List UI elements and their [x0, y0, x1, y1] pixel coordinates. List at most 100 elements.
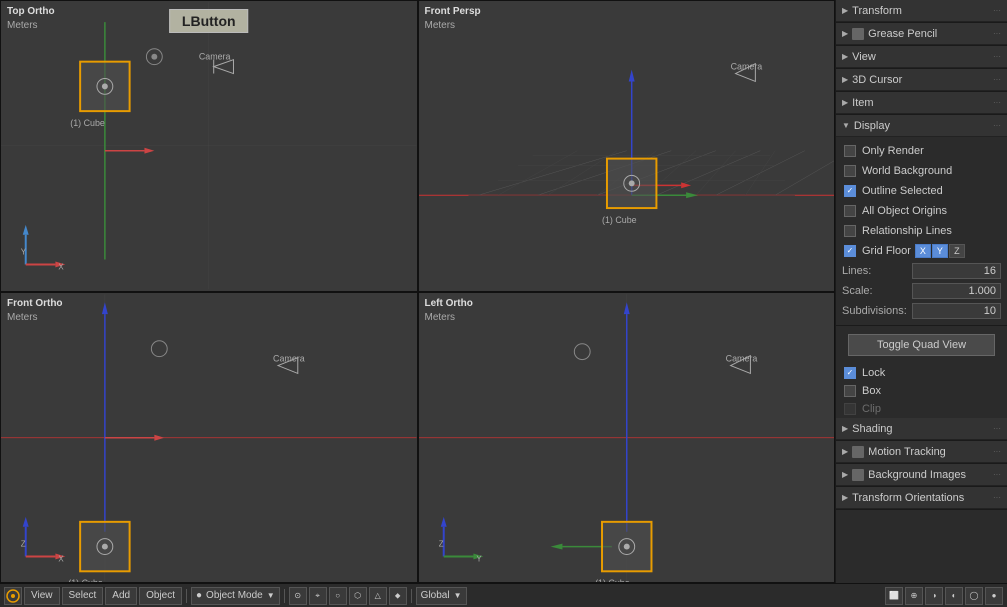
- 3d-cursor-title: 3D Cursor: [852, 74, 993, 86]
- background-images-title: Background Images: [868, 469, 993, 481]
- shading-arrow: ▶: [842, 424, 848, 433]
- lock-checkbox[interactable]: [844, 367, 856, 379]
- svg-text:Z: Z: [438, 539, 443, 548]
- viewport-shading4-btn[interactable]: ●: [985, 587, 1003, 605]
- outline-selected-row: Outline Selected: [836, 181, 1007, 201]
- global-select[interactable]: Global ▼: [416, 587, 467, 605]
- right-panel: ▶ Transform ··· ▶ Grease Pencil ··· ▶ Vi…: [835, 0, 1007, 583]
- grease-pencil-title: Grease Pencil: [868, 28, 993, 40]
- motion-tracking-icon: [852, 446, 864, 458]
- transform-orientations-title: Transform Orientations: [852, 492, 993, 504]
- mode-select-arrow: ▼: [267, 591, 275, 600]
- mode-select[interactable]: ● Object Mode ▼: [191, 587, 280, 605]
- svg-text:Camera: Camera: [273, 353, 305, 363]
- relationship-lines-row: Relationship Lines: [836, 221, 1007, 241]
- toggle-quad-button[interactable]: Toggle Quad View: [848, 334, 995, 356]
- sculpt-icon-btn[interactable]: ⬥: [389, 587, 407, 605]
- item-arrow: ▶: [842, 98, 848, 107]
- bottom-toolbar: View Select Add Object ● Object Mode ▼ ⊙…: [0, 583, 1007, 607]
- transform-header[interactable]: ▶ Transform ···: [836, 0, 1007, 22]
- all-object-origins-checkbox[interactable]: [844, 205, 856, 217]
- svg-text:Camera: Camera: [725, 353, 757, 363]
- grease-pencil-icon: [852, 28, 864, 40]
- shading-header[interactable]: ▶ Shading ···: [836, 418, 1007, 440]
- box-checkbox[interactable]: [844, 385, 856, 397]
- only-render-checkbox[interactable]: [844, 145, 856, 157]
- x-axis-btn[interactable]: X: [915, 244, 931, 258]
- viewport-bottom-left[interactable]: Front Ortho Meters Camera: [0, 292, 418, 584]
- only-render-label: Only Render: [862, 145, 924, 157]
- clip-row: Clip: [836, 400, 1007, 418]
- section-display: ▼ Display ··· Only Render World Backgrou…: [836, 115, 1007, 326]
- xyz-buttons: X Y Z: [915, 244, 966, 258]
- view-button[interactable]: View: [24, 587, 60, 605]
- mode-label: Object Mode: [206, 590, 263, 601]
- lines-row: Lines: 16: [836, 261, 1007, 281]
- outline-selected-label: Outline Selected: [862, 185, 943, 197]
- section-background-images: ▶ Background Images ···: [836, 464, 1007, 487]
- item-header[interactable]: ▶ Item ···: [836, 92, 1007, 114]
- global-arrow: ▼: [454, 591, 462, 600]
- add-button[interactable]: Add: [105, 587, 137, 605]
- world-background-checkbox[interactable]: [844, 165, 856, 177]
- viewport-top-right[interactable]: Front Persp Meters: [418, 0, 836, 292]
- toolbar-sep-3: [411, 589, 412, 603]
- motion-tracking-arrow: ▶: [842, 447, 848, 456]
- viewport-bottom-right[interactable]: Left Ortho Meters Camera: [418, 292, 836, 584]
- render-icon-btn[interactable]: △: [369, 587, 387, 605]
- svg-text:(1) Cube: (1) Cube: [68, 578, 103, 582]
- box-row: Box: [836, 382, 1007, 400]
- view-header[interactable]: ▶ View ···: [836, 46, 1007, 68]
- viewport-top-left[interactable]: Top Ortho Meters LButton Camera: [0, 0, 418, 292]
- background-images-header[interactable]: ▶ Background Images ···: [836, 464, 1007, 486]
- lines-label: Lines:: [842, 265, 912, 277]
- view-icon-btn[interactable]: ⬡: [349, 587, 367, 605]
- scale-field[interactable]: 1.000: [912, 283, 1001, 299]
- view-title: View: [852, 51, 993, 63]
- svg-text:(1) Cube: (1) Cube: [595, 578, 630, 582]
- motion-tracking-header[interactable]: ▶ Motion Tracking ···: [836, 441, 1007, 463]
- section-3d-cursor: ▶ 3D Cursor ···: [836, 69, 1007, 92]
- blender-icon-btn[interactable]: [4, 587, 22, 605]
- all-object-origins-row: All Object Origins: [836, 201, 1007, 221]
- subdivisions-row: Subdivisions: 10: [836, 301, 1007, 321]
- gizmo-icon-btn[interactable]: ⊕: [905, 587, 923, 605]
- box-label: Box: [862, 385, 881, 397]
- outline-selected-checkbox[interactable]: [844, 185, 856, 197]
- section-transform: ▶ Transform ···: [836, 0, 1007, 23]
- y-axis-btn[interactable]: Y: [932, 244, 948, 258]
- subdivisions-field[interactable]: 10: [912, 303, 1001, 319]
- svg-text:Camera: Camera: [199, 52, 231, 62]
- select-button[interactable]: Select: [62, 587, 104, 605]
- display-content: Only Render World Background Outline Sel…: [836, 137, 1007, 325]
- display-title: Display: [854, 120, 993, 132]
- z-axis-btn[interactable]: Z: [949, 244, 965, 258]
- world-background-row: World Background: [836, 161, 1007, 181]
- grease-pencil-header[interactable]: ▶ Grease Pencil ···: [836, 23, 1007, 45]
- grease-pencil-arrow: ▶: [842, 29, 848, 38]
- pivot-icon-btn[interactable]: ⊙: [289, 587, 307, 605]
- lines-field[interactable]: 16: [912, 263, 1001, 279]
- transform-orientations-header[interactable]: ▶ Transform Orientations ···: [836, 487, 1007, 509]
- viewport-shading3-btn[interactable]: ◯: [965, 587, 983, 605]
- snapping-icon-btn[interactable]: ⌖: [309, 587, 327, 605]
- overlay-icon-btn[interactable]: ⬜: [885, 587, 903, 605]
- grid-floor-label: Grid Floor: [862, 245, 911, 257]
- svg-text:(1) Cube: (1) Cube: [70, 118, 105, 128]
- 3d-cursor-arrow: ▶: [842, 75, 848, 84]
- viewport-shading-btn[interactable]: ◑: [925, 587, 943, 605]
- grid-floor-checkbox[interactable]: [844, 245, 856, 257]
- proportional-icon-btn[interactable]: ○: [329, 587, 347, 605]
- relationship-lines-checkbox[interactable]: [844, 225, 856, 237]
- lock-row: Lock: [836, 364, 1007, 382]
- section-shading: ▶ Shading ···: [836, 418, 1007, 441]
- viewport-top-right-label: Front Persp Meters: [425, 5, 481, 33]
- clip-checkbox[interactable]: [844, 403, 856, 415]
- clip-label: Clip: [862, 403, 881, 415]
- section-motion-tracking: ▶ Motion Tracking ···: [836, 441, 1007, 464]
- display-header[interactable]: ▼ Display ···: [836, 115, 1007, 137]
- object-button[interactable]: Object: [139, 587, 182, 605]
- viewport-shading2-btn[interactable]: ◐: [945, 587, 963, 605]
- world-background-label: World Background: [862, 165, 952, 177]
- 3d-cursor-header[interactable]: ▶ 3D Cursor ···: [836, 69, 1007, 91]
